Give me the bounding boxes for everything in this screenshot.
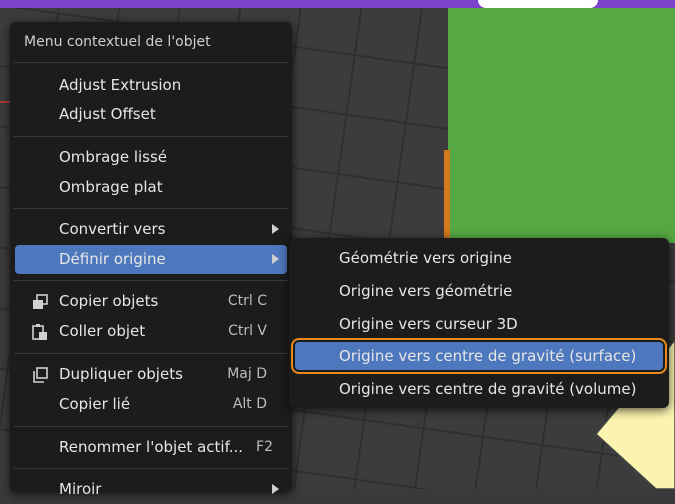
menu-separator <box>14 280 288 281</box>
submenu-arrow-icon <box>272 484 279 494</box>
menu-separator <box>14 468 288 469</box>
submenu-item-label: Géométrie vers origine <box>339 249 512 267</box>
menu-separator <box>14 353 288 354</box>
menu-item-paste-object[interactable]: Coller objet Ctrl V <box>15 317 287 346</box>
selection-outline <box>444 150 450 240</box>
menu-item-convert-to[interactable]: Convertir vers <box>15 215 287 244</box>
menu-item-label: Renommer l'objet actif... <box>59 438 244 456</box>
menu-item-label: Miroir <box>59 480 102 498</box>
shortcut-label: Ctrl V <box>228 323 267 339</box>
menu-item-label: Copier lié <box>59 395 131 413</box>
menu-item-label: Adjust Extrusion <box>59 76 182 94</box>
set-origin-submenu: Géométrie vers origine Origine vers géom… <box>289 238 669 408</box>
object-context-menu: Menu contextuel de l'objet Adjust Extrus… <box>10 22 292 498</box>
shortcut-label: F2 <box>256 439 273 455</box>
banner-decoration <box>478 0 598 8</box>
shortcut-label: Ctrl C <box>227 293 267 309</box>
submenu-item-label: Origine vers centre de gravité (volume) <box>339 380 637 398</box>
menu-item-label: Dupliquer objets <box>59 365 183 383</box>
menu-item-label: Coller objet <box>59 322 146 340</box>
submenu-item-origin-to-center-of-mass-volume[interactable]: Origine vers centre de gravité (volume) <box>295 375 663 403</box>
shortcut-label: Maj D <box>227 366 267 382</box>
menu-item-linked-duplicate[interactable]: Copier lié Alt D <box>15 390 287 419</box>
submenu-arrow-icon <box>272 224 279 234</box>
submenu-item-origin-to-3d-cursor[interactable]: Origine vers curseur 3D <box>295 310 663 338</box>
submenu-item-label: Origine vers géométrie <box>339 282 513 300</box>
menu-separator <box>14 426 288 427</box>
menu-item-rename-active[interactable]: Renommer l'objet actif... F2 <box>15 433 287 462</box>
menu-separator <box>14 62 288 63</box>
menu-item-label: Ombrage lissé <box>59 148 168 166</box>
copy-icon <box>33 294 48 309</box>
submenu-item-origin-to-center-of-mass-surface[interactable]: Origine vers centre de gravité (surface) <box>291 338 667 374</box>
menu-separator <box>14 136 288 137</box>
shortcut-label: Alt D <box>232 396 267 412</box>
menu-title: Menu contextuel de l'objet <box>24 34 211 50</box>
menu-item-label: Adjust Offset <box>59 105 156 123</box>
menu-item-shade-flat[interactable]: Ombrage plat <box>15 173 287 202</box>
paste-icon <box>32 324 47 340</box>
selected-object[interactable] <box>448 8 675 243</box>
menu-item-label: Copier objets <box>59 292 159 310</box>
menu-item-label: Convertir vers <box>59 220 166 238</box>
menu-item-adjust-offset[interactable]: Adjust Offset <box>15 100 287 129</box>
menu-item-set-origin[interactable]: Définir origine <box>15 245 287 274</box>
menu-item-duplicate-objects[interactable]: Dupliquer objets Maj D <box>15 360 287 389</box>
menu-item-copy-objects[interactable]: Copier objets Ctrl C <box>15 287 287 316</box>
menu-item-label: Définir origine <box>59 250 166 268</box>
submenu-item-geometry-to-origin[interactable]: Géométrie vers origine <box>295 244 663 272</box>
submenu-item-origin-to-geometry[interactable]: Origine vers géométrie <box>295 277 663 305</box>
duplicate-icon <box>33 367 48 383</box>
menu-item-adjust-extrusion[interactable]: Adjust Extrusion <box>15 71 287 100</box>
menu-separator <box>14 208 288 209</box>
menu-item-shade-smooth[interactable]: Ombrage lissé <box>15 143 287 172</box>
submenu-item-label: Origine vers curseur 3D <box>339 315 518 333</box>
menu-item-label: Ombrage plat <box>59 178 163 196</box>
menu-item-mirror[interactable]: Miroir <box>15 475 287 504</box>
submenu-arrow-icon <box>272 254 279 264</box>
submenu-item-label: Origine vers centre de gravité (surface) <box>339 347 637 365</box>
